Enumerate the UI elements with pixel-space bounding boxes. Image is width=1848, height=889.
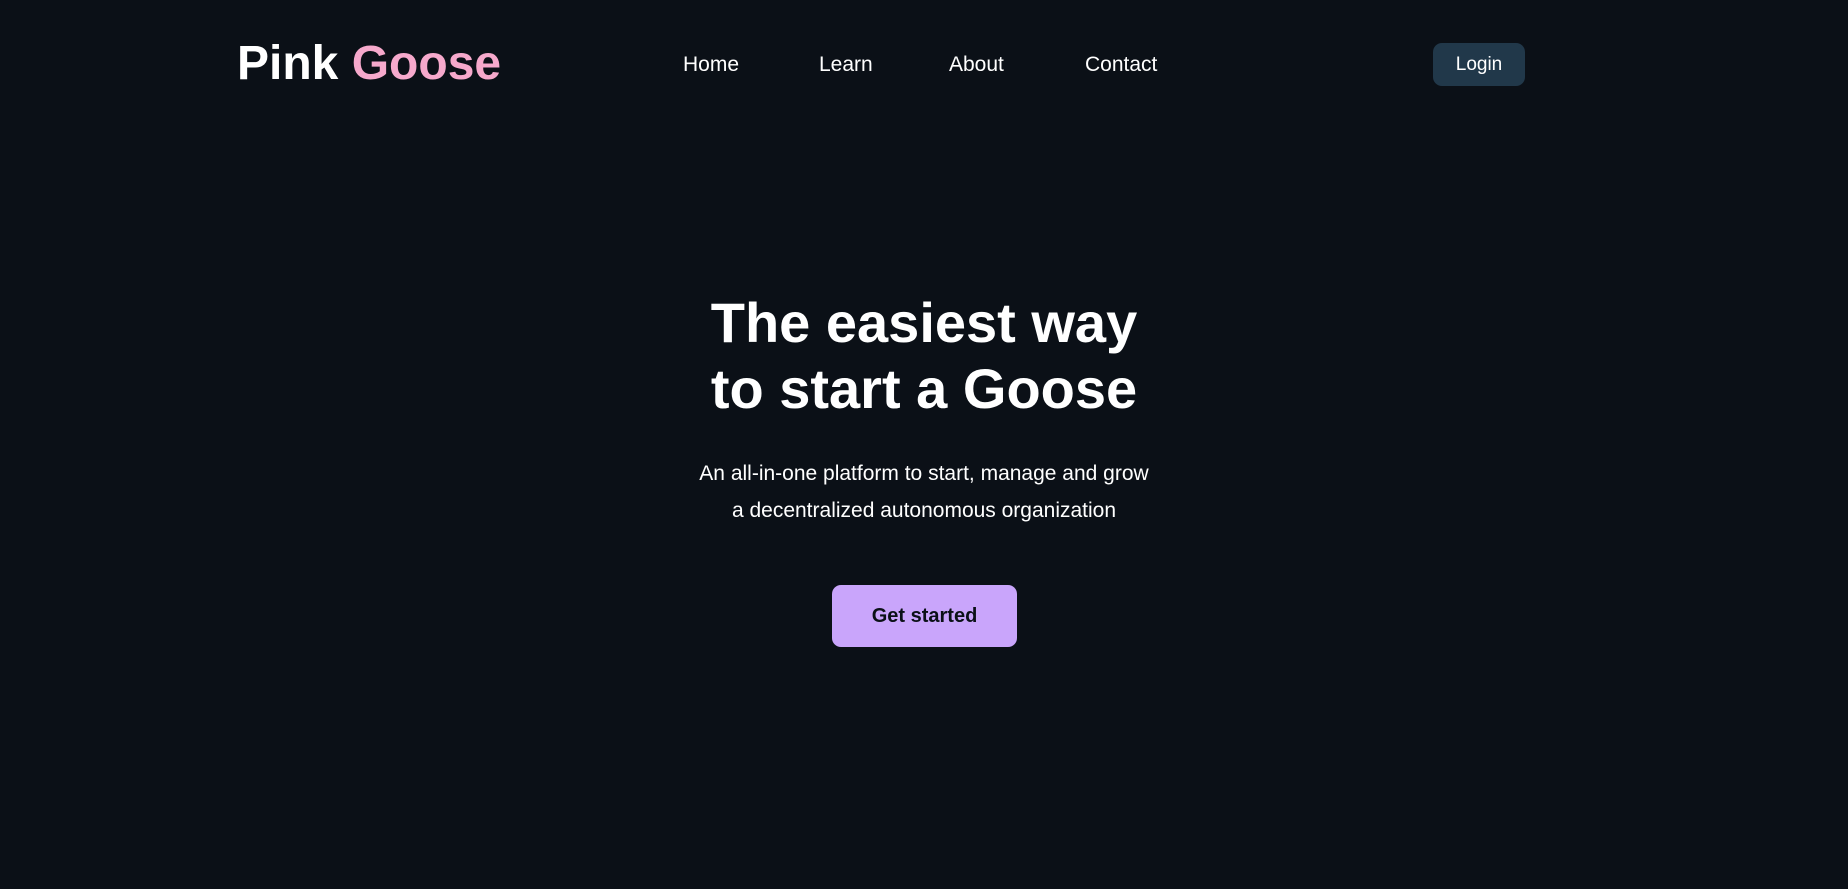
- brand-logo[interactable]: Pink Goose: [237, 36, 501, 92]
- hero-headline-line-1: The easiest way: [710, 291, 1138, 354]
- hero-headline: The easiest way to start a Goose: [0, 290, 1848, 422]
- nav-link-contact[interactable]: Contact: [1085, 50, 1157, 80]
- hero-subtitle: An all-in-one platform to start, manage …: [0, 455, 1848, 529]
- get-started-button[interactable]: Get started: [832, 585, 1017, 647]
- nav-link-about[interactable]: About: [949, 50, 1004, 80]
- hero-subtitle-line-1: An all-in-one platform to start, manage …: [699, 462, 1149, 485]
- brand-name-first: Pink: [237, 37, 339, 90]
- login-button[interactable]: Login: [1433, 43, 1525, 86]
- nav-link-learn[interactable]: Learn: [819, 50, 873, 80]
- site-header: Pink Goose Home Learn About Contact Logi…: [0, 0, 1848, 130]
- brand-name-second: Goose: [351, 37, 502, 90]
- hero-subtitle-line-2: a decentralized autonomous organization: [731, 499, 1117, 522]
- nav-link-home[interactable]: Home: [683, 50, 739, 80]
- hero-headline-line-2: to start a Goose: [710, 357, 1138, 420]
